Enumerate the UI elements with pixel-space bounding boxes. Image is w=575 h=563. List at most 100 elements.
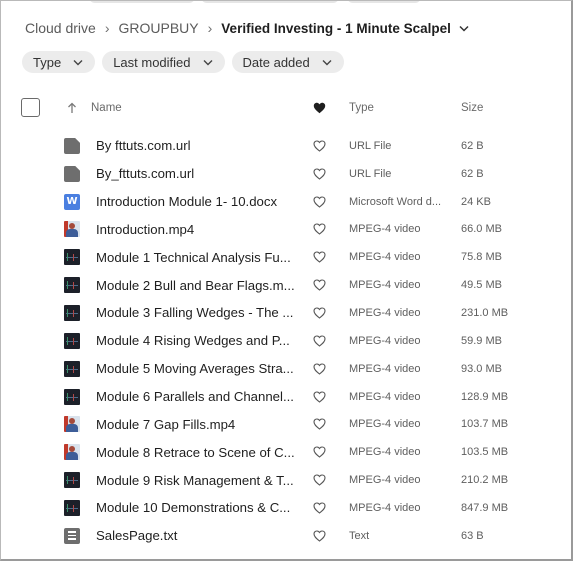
column-header-type[interactable]: Type (349, 93, 374, 123)
file-name[interactable]: Module 10 Demonstrations & C... (96, 494, 290, 522)
chevron-down-icon (73, 59, 83, 65)
filter-type-button[interactable]: Type (22, 51, 96, 73)
file-name[interactable]: Module 5 Moving Averages Stra... (96, 355, 294, 383)
select-all-checkbox[interactable] (21, 98, 40, 117)
file-name[interactable]: Introduction.mp4 (96, 216, 194, 244)
file-size: 231.0 MB (461, 306, 509, 319)
favorite-heart-icon[interactable] (313, 188, 326, 216)
top-tab[interactable] (89, 1, 195, 3)
file-type: MPEG-4 video (349, 279, 421, 292)
file-name[interactable]: Module 3 Falling Wedges - The ... (96, 299, 293, 327)
file-name[interactable]: Module 1 Technical Analysis Fu... (96, 243, 291, 271)
column-header-size[interactable]: Size (461, 93, 483, 123)
file-name[interactable]: Module 6 Parallels and Channel... (96, 383, 294, 411)
video-chart-thumbnail-icon (64, 327, 80, 355)
file-row[interactable]: By fttuts.com.url URL File 62 B (1, 132, 571, 160)
file-size: 24 KB (461, 195, 491, 208)
file-row[interactable]: Module 2 Bull and Bear Flags.m... MPEG-4 … (1, 271, 571, 299)
file-row[interactable]: W Introduction Module 1- 10.docx Microsoft… (1, 188, 571, 216)
video-chart-thumbnail-icon (64, 299, 80, 327)
file-row[interactable]: Introduction.mp4 MPEG-4 video 66.0 MB (1, 216, 571, 244)
file-type: MPEG-4 video (349, 251, 421, 264)
file-row[interactable]: Module 4 Rising Wedges and P... MPEG-4 vi… (1, 327, 571, 355)
filter-label: Date added (242, 54, 310, 70)
file-name[interactable]: Module 7 Gap Fills.mp4 (96, 410, 235, 438)
favorite-heart-icon[interactable] (313, 355, 326, 383)
favorite-heart-icon[interactable] (313, 327, 326, 355)
file-type: MPEG-4 video (349, 362, 421, 375)
file-size: 210.2 MB (461, 474, 509, 487)
file-row[interactable]: Module 9 Risk Management & T... MPEG-4 vi… (1, 466, 571, 494)
sort-arrow-up-icon[interactable] (67, 93, 77, 123)
file-type: MPEG-4 video (349, 390, 421, 403)
file-size: 59.9 MB (461, 334, 502, 347)
file-row[interactable]: Module 6 Parallels and Channel... MPEG-4 … (1, 383, 571, 411)
video-chart-thumbnail-icon (64, 271, 80, 299)
file-type: MPEG-4 video (349, 501, 421, 514)
video-thumbnail-icon (64, 438, 80, 466)
file-row[interactable]: Module 1 Technical Analysis Fu... MPEG-4 … (1, 243, 571, 271)
file-size: 62 B (461, 167, 484, 180)
chevron-right-icon: › (207, 20, 213, 36)
chevron-right-icon: › (104, 20, 110, 36)
favorite-heart-icon[interactable] (313, 494, 326, 522)
favorite-heart-icon[interactable] (313, 410, 326, 438)
file-row[interactable]: Module 5 Moving Averages Stra... MPEG-4 v… (1, 355, 571, 383)
breadcrumb-current-folder[interactable]: Verified Investing - 1 Minute Scalpel (221, 21, 451, 36)
chevron-down-icon (203, 59, 213, 65)
file-row[interactable]: Module 8 Retrace to Scene of C... MPEG-4 … (1, 438, 571, 466)
file-name[interactable]: Module 2 Bull and Bear Flags.m... (96, 271, 295, 299)
file-row[interactable]: Module 10 Demonstrations & C... MPEG-4 vi… (1, 494, 571, 522)
file-size: 93.0 MB (461, 362, 502, 375)
filter-label: Type (33, 54, 62, 70)
filter-last-modified-button[interactable]: Last modified (102, 51, 225, 73)
file-row[interactable]: SalesPage.txt Text 63 B (1, 522, 571, 550)
favorite-heart-icon[interactable] (313, 466, 326, 494)
file-size: 49.5 MB (461, 279, 502, 292)
file-size: 66.0 MB (461, 223, 502, 236)
breadcrumb-item-groupbuy[interactable]: GROUPBUY (119, 20, 199, 36)
file-size: 128.9 MB (461, 390, 509, 403)
file-type: MPEG-4 video (349, 223, 421, 236)
filter-bar: Type Last modified Date added (22, 51, 344, 73)
file-row[interactable]: By_fttuts.com.url URL File 62 B (1, 160, 571, 188)
word-doc-icon: W (64, 188, 80, 216)
breadcrumb: Cloud drive › GROUPBUY › Verified Invest… (25, 19, 469, 37)
chevron-down-icon (322, 59, 332, 65)
top-tab[interactable] (347, 1, 421, 3)
file-row[interactable]: Module 3 Falling Wedges - The ... MPEG-4 … (1, 299, 571, 327)
breadcrumb-item-cloud-drive[interactable]: Cloud drive (25, 20, 96, 36)
favorite-heart-icon[interactable] (313, 522, 326, 550)
favorite-heart-icon[interactable] (313, 383, 326, 411)
favorite-heart-icon[interactable] (313, 438, 326, 466)
favorite-column-heart-icon[interactable] (313, 93, 326, 123)
file-size: 63 B (461, 529, 484, 542)
file-browser-window: Cloud drive › GROUPBUY › Verified Invest… (0, 0, 573, 561)
file-type: MPEG-4 video (349, 474, 421, 487)
favorite-heart-icon[interactable] (313, 216, 326, 244)
file-name[interactable]: Module 8 Retrace to Scene of C... (96, 438, 295, 466)
top-tab[interactable] (201, 1, 339, 3)
column-header-name[interactable]: Name (91, 93, 122, 123)
video-thumbnail-icon (64, 410, 80, 438)
favorite-heart-icon[interactable] (313, 299, 326, 327)
video-chart-thumbnail-icon (64, 383, 80, 411)
video-chart-thumbnail-icon (64, 243, 80, 271)
file-name[interactable]: Module 9 Risk Management & T... (96, 466, 294, 494)
favorite-heart-icon[interactable] (313, 160, 326, 188)
top-tab-strip (1, 1, 571, 3)
file-name[interactable]: Introduction Module 1- 10.docx (96, 188, 277, 216)
chevron-down-icon[interactable] (459, 25, 469, 32)
favorite-heart-icon[interactable] (313, 271, 326, 299)
file-list: By fttuts.com.url URL File 62 B By_fttuts.c… (1, 132, 571, 550)
video-chart-thumbnail-icon (64, 494, 80, 522)
favorite-heart-icon[interactable] (313, 243, 326, 271)
file-name[interactable]: By fttuts.com.url (96, 132, 191, 160)
filter-date-added-button[interactable]: Date added (231, 51, 344, 73)
favorite-heart-icon[interactable] (313, 132, 326, 160)
video-chart-thumbnail-icon (64, 466, 80, 494)
file-name[interactable]: By_fttuts.com.url (96, 160, 194, 188)
file-name[interactable]: Module 4 Rising Wedges and P... (96, 327, 290, 355)
file-row[interactable]: Module 7 Gap Fills.mp4 MPEG-4 video 103.7 … (1, 410, 571, 438)
file-name[interactable]: SalesPage.txt (96, 522, 177, 550)
